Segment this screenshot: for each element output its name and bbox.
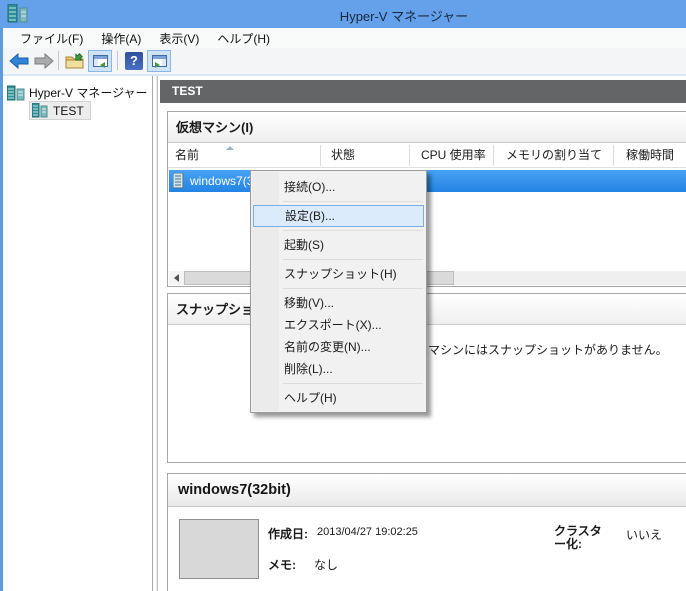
- tree-item-hyperv-manager[interactable]: Hyper-V マネージャー: [7, 84, 148, 101]
- help-button[interactable]: ?: [122, 50, 146, 72]
- window-title: Hyper-V マネージャー: [339, 9, 469, 24]
- scroll-left-icon: [174, 274, 179, 282]
- vm-details-panel: windows7(32bit) 作成日: 2013/04/27 19:02:25…: [167, 473, 686, 591]
- toolbar-separator: [117, 51, 118, 70]
- column-state[interactable]: 状態: [331, 143, 406, 168]
- menu-item-label: 設定(B)...: [285, 209, 335, 223]
- vm-table-header: 名前 状態 CPU 使用率 メモリの割り当て 稼働時間: [168, 143, 686, 168]
- column-assigned-memory[interactable]: メモリの割り当て: [506, 143, 611, 168]
- context-menu-item-settings[interactable]: 設定(B)...: [253, 205, 424, 227]
- vm-icon: [173, 173, 184, 189]
- hyperv-manager-window: Hyper-V マネージャー ファイル(F) 操作(A) 表示(V) ヘルプ(H…: [0, 0, 686, 591]
- vm-thumbnail: [179, 519, 259, 579]
- context-menu-item-help[interactable]: ヘルプ(H): [251, 387, 426, 409]
- tree-root-label: Hyper-V マネージャー: [29, 86, 148, 100]
- server-stack-icon: [32, 103, 48, 118]
- created-label: 作成日:: [268, 527, 308, 541]
- splitter[interactable]: [156, 76, 158, 591]
- help-icon: ?: [125, 52, 143, 70]
- export-list-button[interactable]: [63, 50, 87, 72]
- menu-item-label: 名前の変更(N)...: [284, 340, 371, 354]
- context-menu-item-snapshot[interactable]: スナップショット(H): [251, 263, 426, 285]
- menu-file[interactable]: ファイル(F): [11, 28, 92, 49]
- menu-item-label: 接続(O)...: [284, 180, 336, 194]
- note-value: なし: [314, 558, 339, 572]
- toolbar-separator: [58, 51, 59, 70]
- column-cpu-usage[interactable]: CPU 使用率: [421, 143, 491, 168]
- back-arrow-icon: [9, 53, 29, 69]
- forward-button[interactable]: [32, 50, 56, 72]
- context-menu-separator: [283, 259, 423, 260]
- context-menu-separator: [283, 288, 423, 289]
- menu-item-label: 起動(S): [284, 238, 324, 252]
- cluster-label: クラスター化:: [554, 524, 602, 551]
- context-menu-item-rename[interactable]: 名前の変更(N)...: [251, 336, 426, 358]
- export-folder-icon: [65, 53, 84, 69]
- toggle-console-tree-button[interactable]: [88, 50, 112, 72]
- menu-action[interactable]: 操作(A): [92, 28, 150, 49]
- menu-item-label: ヘルプ(H): [284, 391, 337, 405]
- context-menu-separator: [283, 201, 423, 202]
- results-pane-title: TEST: [160, 80, 686, 103]
- cluster-value: いいえ: [626, 528, 663, 542]
- vm-context-menu: 接続(O)... 設定(B)... 起動(S) スナップショット(H) 移動(V…: [250, 170, 427, 413]
- scroll-left-button[interactable]: [169, 271, 184, 285]
- column-name[interactable]: 名前: [175, 143, 315, 168]
- context-menu-item-connect[interactable]: 接続(O)...: [251, 176, 426, 198]
- hyperv-app-icon: [7, 3, 29, 28]
- vm-panel-title: 仮想マシン(I): [168, 112, 686, 143]
- forward-arrow-icon: [34, 53, 54, 69]
- context-menu-separator: [283, 230, 423, 231]
- context-menu-item-start[interactable]: 起動(S): [251, 234, 426, 256]
- menu-item-label: スナップショット(H): [284, 267, 397, 281]
- context-menu-separator: [283, 383, 423, 384]
- column-uptime[interactable]: 稼働時間: [626, 143, 686, 168]
- toolbar: ?: [3, 48, 686, 74]
- back-button[interactable]: [7, 50, 31, 72]
- tree-child-label: TEST: [53, 103, 84, 118]
- console-tree-pane: [3, 76, 153, 591]
- toggle-action-pane-button[interactable]: [147, 50, 171, 72]
- console-tree-icon: [92, 55, 108, 68]
- context-menu-item-delete[interactable]: 削除(L)...: [251, 358, 426, 380]
- titlebar[interactable]: Hyper-V マネージャー: [0, 0, 686, 28]
- menu-help[interactable]: ヘルプ(H): [208, 28, 279, 49]
- tree-item-test-server[interactable]: TEST: [29, 101, 91, 120]
- menu-view[interactable]: 表示(V): [150, 28, 208, 49]
- vm-row-windows7[interactable]: windows7(32bit): [169, 170, 686, 192]
- note-label: メモ:: [268, 558, 296, 572]
- menu-item-label: 移動(V)...: [284, 296, 334, 310]
- context-menu-item-export[interactable]: エクスポート(X)...: [251, 314, 426, 336]
- action-pane-icon: [151, 55, 167, 68]
- context-menu-item-move[interactable]: 移動(V)...: [251, 292, 426, 314]
- menu-bar: ファイル(F) 操作(A) 表示(V) ヘルプ(H): [3, 28, 686, 48]
- details-panel-title: windows7(32bit): [168, 474, 686, 507]
- horizontal-scrollbar[interactable]: [169, 271, 686, 285]
- menu-item-label: エクスポート(X)...: [284, 318, 382, 332]
- menu-item-label: 削除(L)...: [284, 362, 333, 376]
- created-value: 2013/04/27 19:02:25: [317, 526, 418, 538]
- snapshots-panel-title: スナップショット: [168, 294, 686, 325]
- server-stack-icon: [7, 85, 25, 100]
